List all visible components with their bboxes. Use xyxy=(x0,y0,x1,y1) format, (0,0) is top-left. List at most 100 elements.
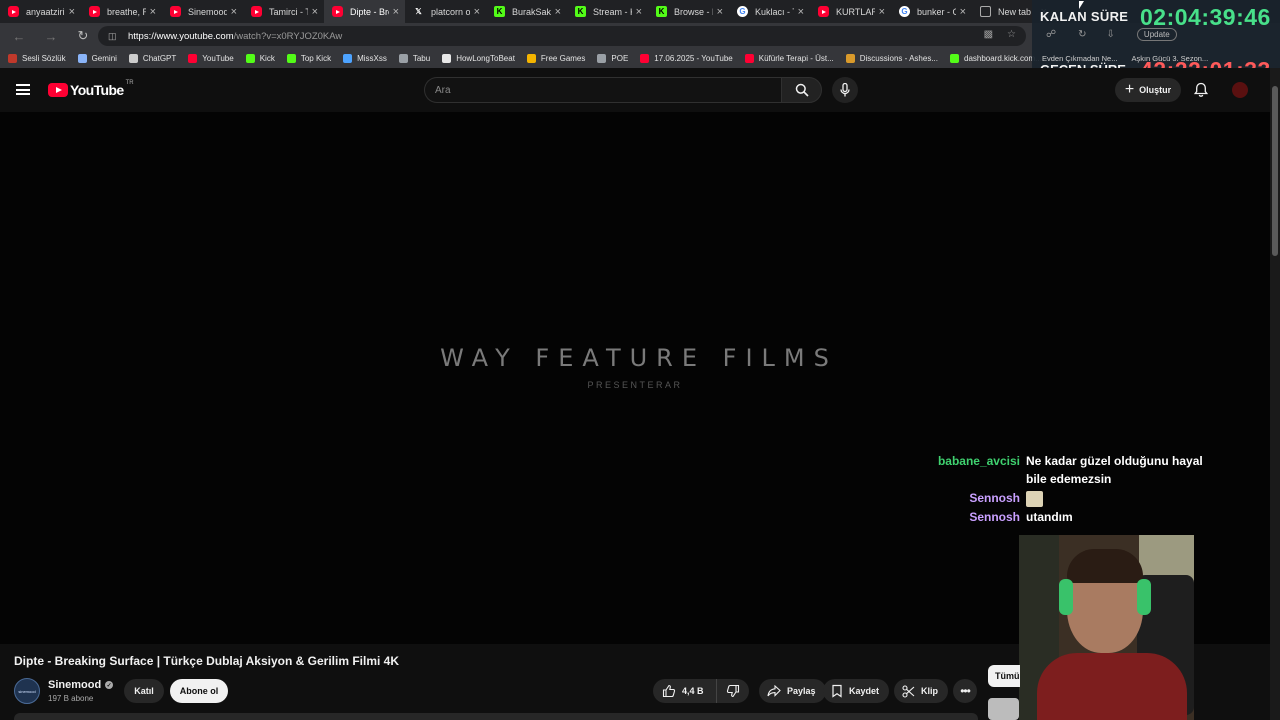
tab-close-icon[interactable]: × xyxy=(636,6,642,18)
page-scrollbar[interactable] xyxy=(1270,68,1280,720)
browser-tab[interactable]: K BurakSakin × xyxy=(486,0,567,23)
bookmark-star-icon[interactable]: ☆ xyxy=(1007,29,1016,40)
bookmark-label: MissXss xyxy=(357,54,387,63)
reload-icon[interactable]: ↻ xyxy=(73,26,93,46)
browser-tab[interactable]: Tamirci - Th × xyxy=(243,0,324,23)
subscriber-count: 197 B abone xyxy=(48,694,94,703)
browser-tab[interactable]: breathe, Ru × xyxy=(81,0,162,23)
share-label: Paylaş xyxy=(787,686,816,696)
create-button[interactable]: + Oluştur xyxy=(1115,78,1181,102)
bookmark-label: POE xyxy=(611,54,629,63)
youtube-icon xyxy=(89,6,100,17)
bookmark-item[interactable]: Sesli Sözlük xyxy=(8,54,66,63)
translate-icon[interactable]: ▩ xyxy=(984,29,993,40)
plus-icon: + xyxy=(1124,81,1135,98)
related-video-thumbnail[interactable] xyxy=(988,698,1019,720)
kick-icon: K xyxy=(575,6,586,17)
address-bar[interactable]: ◫ https://www.youtube.com/watch?v=x0RYJO… xyxy=(98,26,1026,46)
tab-close-icon[interactable]: × xyxy=(555,6,561,18)
chat-text: Ne kadar güzel olduğunu hayal bile edeme… xyxy=(1026,454,1203,486)
join-button[interactable]: Katıl xyxy=(124,679,164,703)
video-frame-title: WAY FEATURE FILMS xyxy=(440,344,838,372)
downloads-icon[interactable]: ⇩ xyxy=(1107,29,1115,40)
bookmark-item[interactable]: MissXss xyxy=(343,54,387,63)
kick-icon: K xyxy=(494,6,505,17)
tab-label: Dipte - Brea xyxy=(350,6,389,17)
bookmark-item[interactable]: Küfürle Terapi - Üst... xyxy=(744,54,834,63)
menu-icon[interactable] xyxy=(16,84,30,95)
bookmark-item[interactable]: Free Games xyxy=(526,54,585,63)
browser-tab[interactable]: Dipte - Brea × xyxy=(324,0,405,23)
more-actions-icon[interactable]: ••• xyxy=(953,679,977,703)
description-box[interactable] xyxy=(14,713,978,720)
tab-close-icon[interactable]: × xyxy=(717,6,723,18)
tab-close-icon[interactable]: × xyxy=(393,6,399,18)
back-icon[interactable]: ← xyxy=(9,26,29,46)
microphone-icon xyxy=(840,83,850,97)
browser-tab[interactable]: 𝕏platcorn on × xyxy=(405,0,486,23)
chat-username: Sennosh xyxy=(969,491,1020,505)
youtube-icon xyxy=(640,54,650,63)
channel-name[interactable]: Sinemood ✓ xyxy=(48,679,114,691)
tab-close-icon[interactable]: × xyxy=(798,6,804,18)
bookmark-item[interactable]: 17.06.2025 - YouTube xyxy=(640,54,733,63)
bookmark-item[interactable]: Discussions - Ashes... xyxy=(845,54,938,63)
site-info-icon[interactable]: ◫ xyxy=(108,31,118,41)
tab-label: Browse - Ki xyxy=(674,6,713,17)
browser-tab[interactable]: anyaatziri × xyxy=(0,0,81,23)
tab-close-icon[interactable]: × xyxy=(312,6,318,18)
browser-tab[interactable]: K Browse - Ki × xyxy=(648,0,729,23)
newtab-icon xyxy=(980,6,991,17)
tab-label: Stream - Ki xyxy=(593,6,632,17)
browser-tab[interactable]: G Kuklacı - Th × xyxy=(729,0,810,23)
bookmark-item[interactable]: Top Kick xyxy=(286,54,331,63)
bookmark-item[interactable]: Gemini xyxy=(77,54,117,63)
bookmark-item[interactable]: Kick xyxy=(245,54,275,63)
bookmark-item[interactable]: Tabu xyxy=(398,54,430,63)
search-input[interactable]: Ara xyxy=(424,77,781,103)
channel-avatar[interactable]: sinemood xyxy=(14,678,40,704)
sync-icon[interactable]: ↻ xyxy=(1078,29,1086,40)
youtube-header: YouTube TR Ara + Oluştur xyxy=(0,68,1270,112)
tab-close-icon[interactable]: × xyxy=(69,6,75,18)
chat-message: Sennosh utandım xyxy=(920,508,1230,526)
notifications-bell-icon[interactable] xyxy=(1193,82,1209,98)
bookmark-item[interactable]: HowLongToBeat xyxy=(442,54,515,63)
like-button[interactable]: 4,4 B xyxy=(653,679,717,703)
filter-chip-all[interactable]: Tümü xyxy=(988,665,1020,687)
bookmark-item[interactable]: dashboard.kick.com... xyxy=(950,54,1042,63)
account-avatar[interactable] xyxy=(1232,82,1248,98)
share-button[interactable]: Paylaş xyxy=(759,679,826,703)
search-button[interactable] xyxy=(781,77,822,103)
browser-tab[interactable]: K Stream - Ki × xyxy=(567,0,648,23)
browser-tab[interactable]: KURTLAR V × xyxy=(810,0,891,23)
video-frame-subtitle: PRESENTERAR xyxy=(587,380,683,390)
x-icon: 𝕏 xyxy=(415,7,422,16)
tab-close-icon[interactable]: × xyxy=(474,6,480,18)
tab-close-icon[interactable]: × xyxy=(879,6,885,18)
tab-close-icon[interactable]: × xyxy=(231,6,237,18)
forward-icon[interactable]: → xyxy=(41,26,61,46)
browser-tab[interactable]: Gbunker - G × xyxy=(891,0,972,23)
extensions-icon[interactable]: ☍ xyxy=(1046,29,1056,40)
voice-search-button[interactable] xyxy=(832,77,858,103)
browser-tab[interactable]: Sinemood × xyxy=(162,0,243,23)
bookmark-label: YouTube xyxy=(202,54,234,63)
bookmark-item[interactable]: YouTube xyxy=(188,54,234,63)
bookmark-item[interactable]: ChatGPT xyxy=(128,54,176,63)
bookmark-item[interactable]: POE xyxy=(597,54,628,63)
bookmark-label: HowLongToBeat xyxy=(456,54,515,63)
clip-button[interactable]: Klip xyxy=(894,679,948,703)
scrollbar-thumb[interactable] xyxy=(1272,86,1278,256)
save-button[interactable]: Kaydet xyxy=(823,679,890,703)
dislike-button[interactable] xyxy=(717,679,749,703)
youtube-logo[interactable]: YouTube TR xyxy=(48,80,134,98)
search-icon xyxy=(795,83,809,97)
tab-close-icon[interactable]: × xyxy=(150,6,156,18)
chat-text: utandım xyxy=(1026,510,1073,524)
bookmark-label: Küfürle Terapi - Üst... xyxy=(758,54,834,63)
tab-close-icon[interactable]: × xyxy=(960,6,966,18)
folder-icon xyxy=(597,54,607,63)
like-dislike-group: 4,4 B xyxy=(653,679,749,703)
subscribe-button[interactable]: Abone ol xyxy=(170,679,228,703)
